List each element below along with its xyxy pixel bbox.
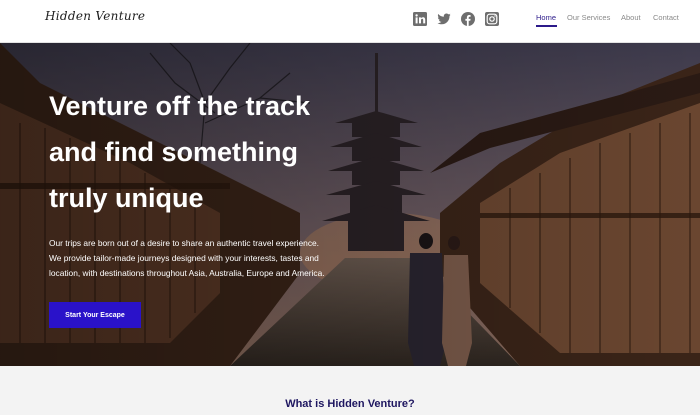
hero-headline-line: truly unique [49,183,204,213]
linkedin-icon[interactable] [413,12,427,26]
hero-description-line: Our trips are born out of a desire to sh… [49,238,320,248]
site-header: Hidden Venture Home Our Services About C… [0,0,700,43]
nav-active-underline [536,25,557,27]
hero-headline-line: and find something [49,137,298,167]
hero-description: Our trips are born out of a desire to sh… [49,236,369,281]
nav-about[interactable]: About [621,13,641,22]
start-your-escape-button[interactable]: Start Your Escape [49,302,141,328]
facebook-icon[interactable] [461,12,475,26]
hero-headline: Venture off the track and find something… [49,83,379,221]
nav-home[interactable]: Home [536,13,556,22]
nav-our-services[interactable]: Our Services [567,13,610,22]
hero-description-line: location, with destinations throughout A… [49,268,325,278]
hero-headline-line: Venture off the track [49,91,311,121]
about-section: What is Hidden Venture? [0,366,700,415]
hero-section: Venture off the track and find something… [0,43,700,366]
twitter-icon[interactable] [437,12,451,26]
nav-contact[interactable]: Contact [653,13,679,22]
site-logo[interactable]: Hidden Venture [45,9,145,23]
instagram-icon[interactable] [485,12,499,26]
section-title: What is Hidden Venture? [285,398,415,410]
hero-description-line: We provide tailor-made journeys designed… [49,253,319,263]
